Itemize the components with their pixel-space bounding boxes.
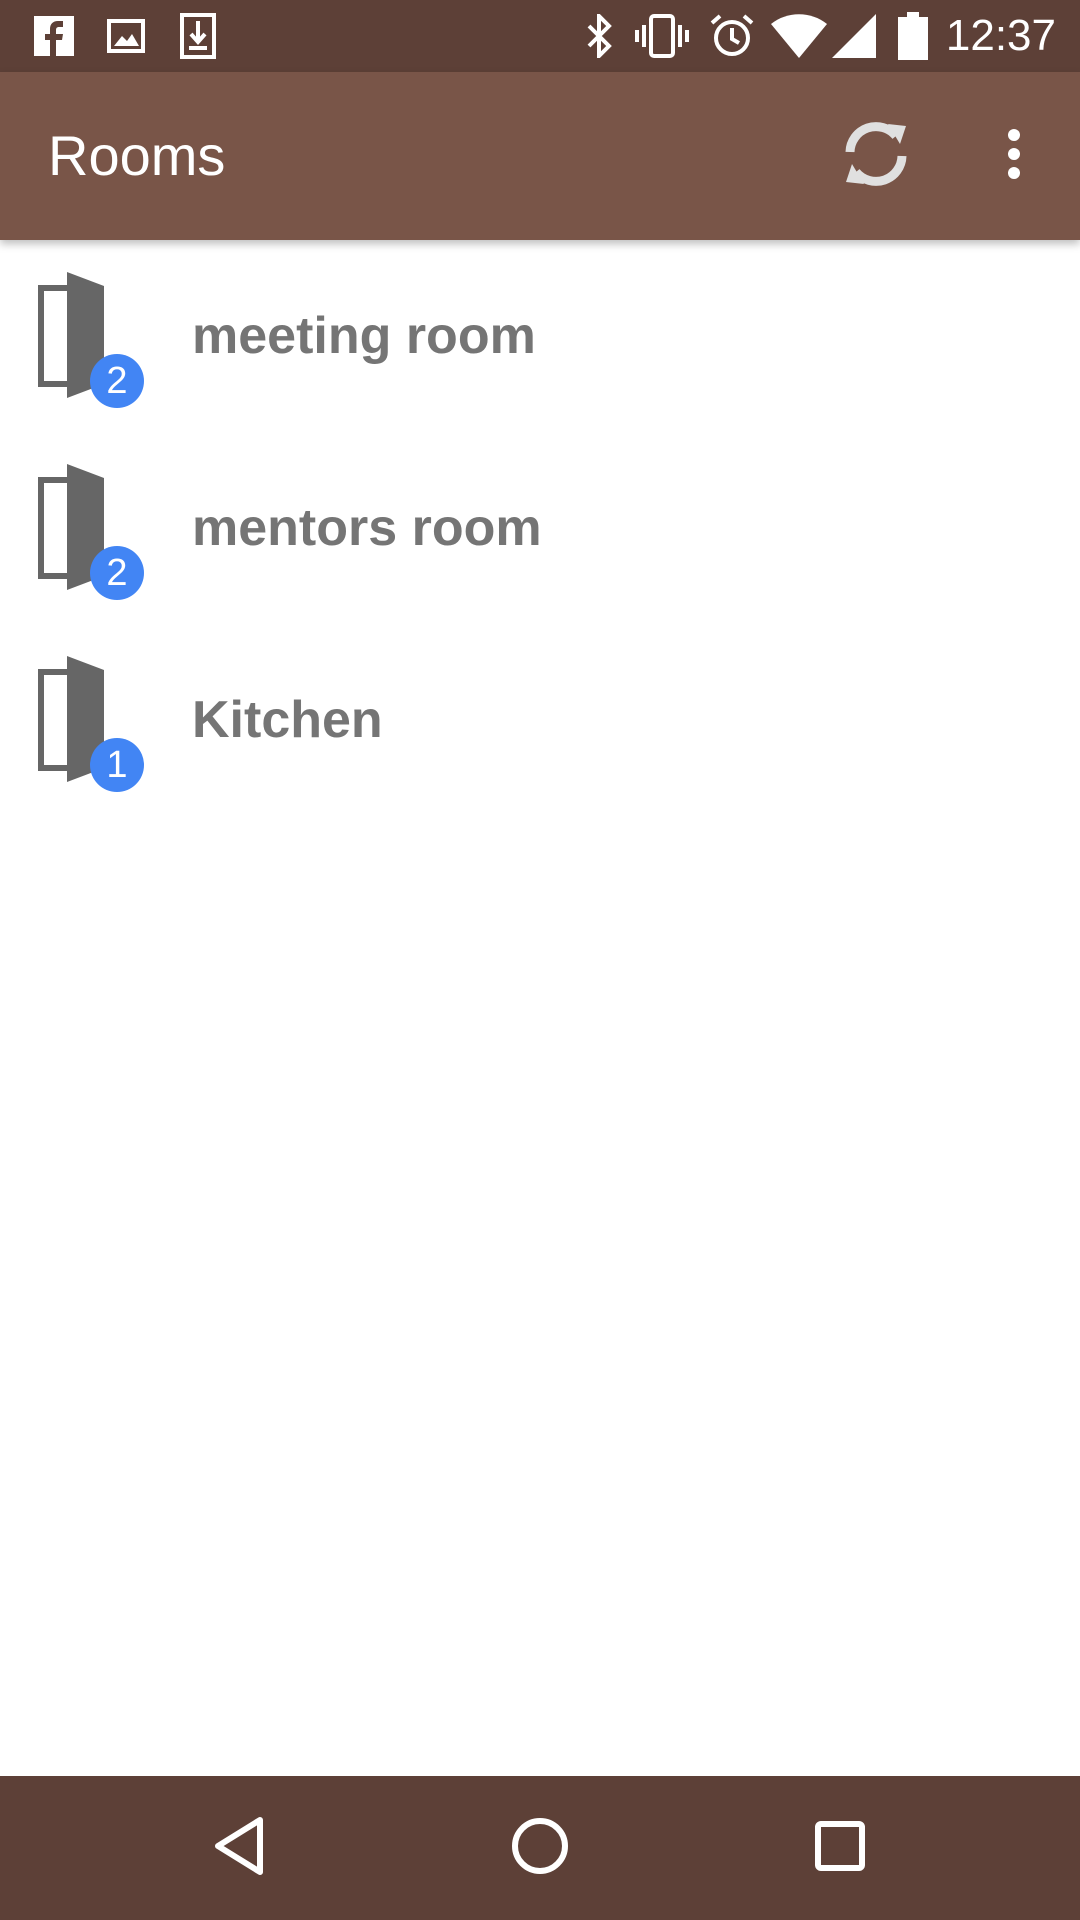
- download-icon: [176, 0, 220, 72]
- wifi-icon: [770, 0, 828, 72]
- room-name: meeting room: [192, 307, 536, 365]
- more-vert-icon: [1006, 128, 1022, 184]
- home-button[interactable]: [468, 1776, 612, 1920]
- bluetooth-icon: [582, 0, 618, 72]
- back-icon: [212, 1816, 268, 1881]
- refresh-icon: [838, 116, 914, 197]
- page-title: Rooms: [48, 124, 226, 187]
- screen: 12:37 Rooms 2 meeting room 2 mentors roo…: [0, 0, 1080, 1920]
- room-name: mentors room: [192, 499, 542, 557]
- recents-button[interactable]: [768, 1776, 912, 1920]
- vibrate-icon: [634, 0, 690, 72]
- room-list: 2 meeting room 2 mentors room 1 Kitchen: [0, 240, 1080, 816]
- app-bar: Rooms: [0, 72, 1080, 240]
- room-icon: 2: [36, 462, 152, 600]
- back-button[interactable]: [168, 1776, 312, 1920]
- facebook-icon: [32, 0, 76, 72]
- list-item-room[interactable]: 2 mentors room: [0, 432, 1080, 624]
- recents-icon: [814, 1820, 866, 1877]
- room-icon: 1: [36, 654, 152, 792]
- list-item-room[interactable]: 2 meeting room: [0, 240, 1080, 432]
- status-time: 12:37: [945, 11, 1056, 60]
- list-item-room[interactable]: 1 Kitchen: [0, 624, 1080, 816]
- navigation-bar: [0, 1776, 1080, 1920]
- home-icon: [510, 1816, 570, 1881]
- alarm-icon: [708, 0, 756, 72]
- status-bar: 12:37: [0, 0, 1080, 72]
- count-badge: 2: [90, 354, 144, 408]
- room-icon: 2: [36, 270, 152, 408]
- image-icon: [104, 0, 148, 72]
- battery-icon: [896, 0, 930, 72]
- refresh-button[interactable]: [836, 116, 916, 196]
- count-badge: 1: [90, 738, 144, 792]
- signal-icon: [832, 0, 876, 72]
- room-name: Kitchen: [192, 691, 383, 749]
- count-badge: 2: [90, 546, 144, 600]
- more-options-button[interactable]: [984, 116, 1044, 196]
